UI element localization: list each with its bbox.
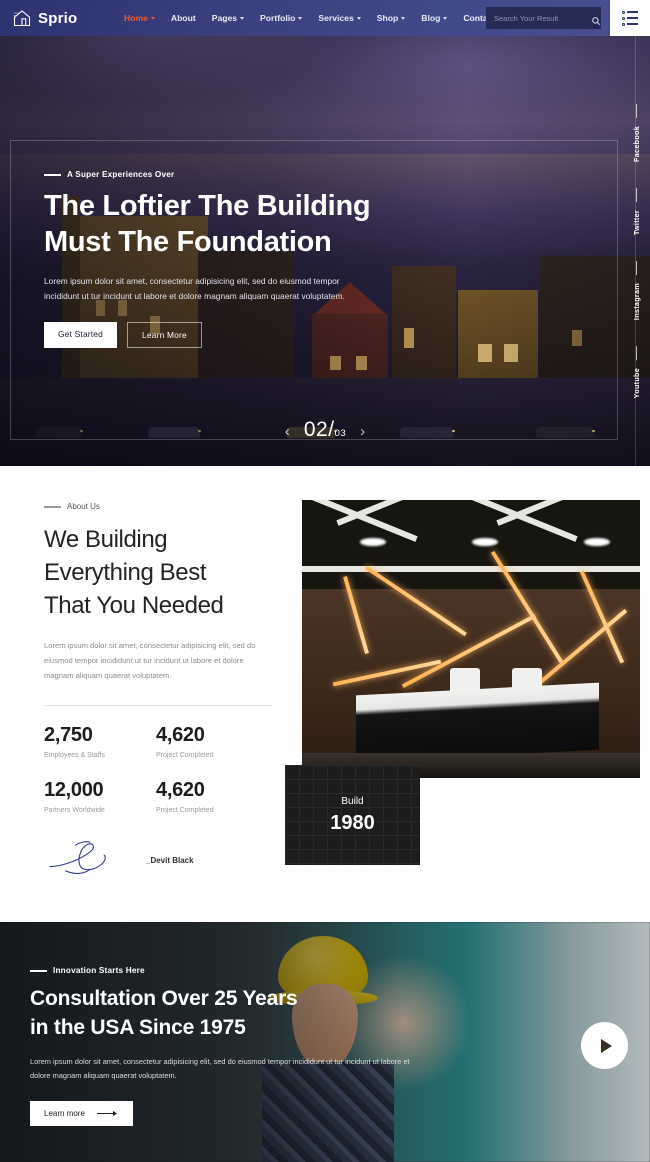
consultation-section: Innovation Starts Here Consultation Over… — [0, 922, 650, 1162]
chevron-left-icon[interactable]: ‹ — [285, 424, 290, 442]
slide-counter: 02/03 — [304, 418, 346, 442]
hero-title-line-1: The Loftier The Building — [44, 190, 371, 222]
about-eyebrow-label: About Us — [67, 502, 100, 511]
hero-eyebrow: A Super Experiences Over — [44, 170, 464, 179]
search-box[interactable] — [486, 7, 601, 29]
nav-label-home: Home — [124, 13, 148, 23]
chevron-down-icon — [240, 16, 245, 20]
consultation-eyebrow-label: Innovation Starts Here — [53, 966, 145, 975]
consultation-content: Innovation Starts Here Consultation Over… — [30, 966, 450, 1126]
stat-label: Employees & Staffs — [44, 752, 105, 759]
about-divider — [44, 705, 272, 706]
about-title-line-2: Everything Best — [44, 559, 207, 586]
nav-item-portfolio[interactable]: Portfolio — [252, 13, 310, 23]
stat-label: Project Completed — [156, 807, 214, 814]
stat-number: 4,620 — [156, 724, 205, 746]
nav-item-services[interactable]: Services — [310, 13, 368, 23]
chevron-down-icon — [298, 16, 303, 20]
about-title-line-1: We Building — [44, 526, 168, 553]
nav-item-blog[interactable]: Blog — [413, 13, 455, 23]
about-eyebrow: About Us — [44, 502, 276, 511]
eyebrow-dash-icon — [44, 505, 61, 508]
about-stats: 2,750 Employees & Staffs 4,620 Project C… — [44, 724, 276, 814]
hero-eyebrow-label: A Super Experiences Over — [67, 170, 175, 179]
nav-item-shop[interactable]: Shop — [369, 13, 413, 23]
social-link-twitter[interactable]: Twitter — [632, 188, 641, 235]
nav-label-pages: Pages — [211, 13, 238, 23]
play-video-button[interactable] — [581, 1022, 628, 1069]
about-title: We Building Everything Best That You Nee… — [44, 523, 276, 622]
site-logo[interactable]: Sprio — [0, 8, 110, 28]
nav-item-pages[interactable]: Pages — [204, 13, 252, 23]
about-image — [302, 500, 640, 778]
stat-item: 12,000 Partners Worldwide — [44, 779, 156, 814]
social-link-youtube[interactable]: Youtube — [632, 346, 641, 398]
nav-label-shop: Shop — [376, 13, 399, 23]
arrow-right-icon — [96, 1110, 119, 1117]
learn-more-label: Learn more — [44, 1109, 85, 1118]
hero-title-line-2: Must The Foundation — [44, 226, 332, 258]
eyebrow-dash-icon — [30, 969, 47, 972]
nav-item-home[interactable]: Home — [116, 13, 163, 23]
learn-more-button[interactable]: Learn more — [30, 1101, 133, 1126]
nav-item-about[interactable]: About — [163, 13, 204, 23]
consultation-title-line-2: in the USA Since 1975 — [30, 1016, 246, 1039]
signature-name: _Devit Black — [146, 856, 194, 865]
chevron-down-icon — [443, 16, 448, 20]
slide-current: 02/ — [303, 418, 335, 441]
stat-label: Partners Worldwide — [44, 807, 105, 814]
hero-title: The Loftier The Building Must The Founda… — [44, 188, 464, 260]
chevron-down-icon — [356, 16, 361, 20]
stat-number: 2,750 — [44, 724, 93, 746]
stat-item: 4,620 Project Completed — [156, 779, 268, 814]
consultation-title-line-1: Consultation Over 25 Years — [30, 987, 298, 1010]
landing-page: A Super Experiences Over The Loftier The… — [0, 0, 650, 1162]
about-paragraph: Lorem ipsum dolor sit amet, consectetur … — [44, 641, 256, 680]
signature-block: _Devit Black — [44, 838, 276, 883]
build-badge-year: 1980 — [330, 811, 375, 834]
reception-desk — [356, 682, 600, 763]
hero-section: A Super Experiences Over The Loftier The… — [0, 0, 650, 466]
build-badge-label: Build — [341, 795, 364, 807]
chevron-down-icon — [150, 16, 155, 20]
search-input[interactable] — [494, 13, 591, 23]
consultation-title: Consultation Over 25 Years in the USA Si… — [30, 984, 450, 1042]
hero-slider-nav: ‹ 02/03 › — [0, 418, 650, 442]
site-header: Sprio Home About Pages Portfolio Service… — [0, 0, 650, 36]
stat-item: 2,750 Employees & Staffs — [44, 724, 156, 759]
nav-label-portfolio: Portfolio — [260, 13, 296, 23]
hero-button-group: Get Started Learn More — [44, 322, 464, 348]
stat-number: 4,620 — [156, 779, 205, 801]
logo-text: Sprio — [38, 9, 78, 27]
social-sidebar: Facebook Twitter Instagram Youtube — [622, 36, 650, 466]
eyebrow-dash-icon — [44, 173, 61, 176]
chevron-right-icon[interactable]: › — [360, 424, 365, 442]
hero-content: A Super Experiences Over The Loftier The… — [44, 170, 464, 348]
nav-label-blog: Blog — [421, 13, 441, 23]
stat-number: 12,000 — [44, 779, 104, 801]
play-icon — [600, 1038, 612, 1053]
consultation-eyebrow: Innovation Starts Here — [30, 966, 450, 975]
stat-item: 4,620 Project Completed — [156, 724, 268, 759]
chevron-down-icon — [401, 16, 406, 20]
nav-label-about: About — [170, 13, 196, 23]
build-year-badge: Build 1980 — [285, 765, 420, 865]
social-link-facebook[interactable]: Facebook — [632, 104, 641, 162]
list-menu-icon[interactable] — [610, 0, 650, 36]
search-icon[interactable] — [591, 13, 601, 26]
about-text-column: About Us We Building Everything Best Tha… — [44, 502, 276, 883]
slide-total: 03 — [334, 428, 347, 439]
social-link-instagram[interactable]: Instagram — [632, 261, 641, 320]
stat-label: Project Completed — [156, 752, 214, 759]
learn-more-button[interactable]: Learn More — [127, 322, 202, 348]
hero-paragraph: Lorem ipsum dolor sit amet, consectetur … — [44, 276, 345, 301]
about-title-line-3: That You Needed — [44, 592, 224, 619]
consultation-paragraph: Lorem ipsum dolor sit amet, consectetur … — [30, 1057, 410, 1080]
house-icon — [12, 8, 32, 28]
get-started-button[interactable]: Get Started — [44, 322, 118, 348]
nav-label-services: Services — [318, 13, 354, 23]
signature-icon — [44, 838, 130, 883]
